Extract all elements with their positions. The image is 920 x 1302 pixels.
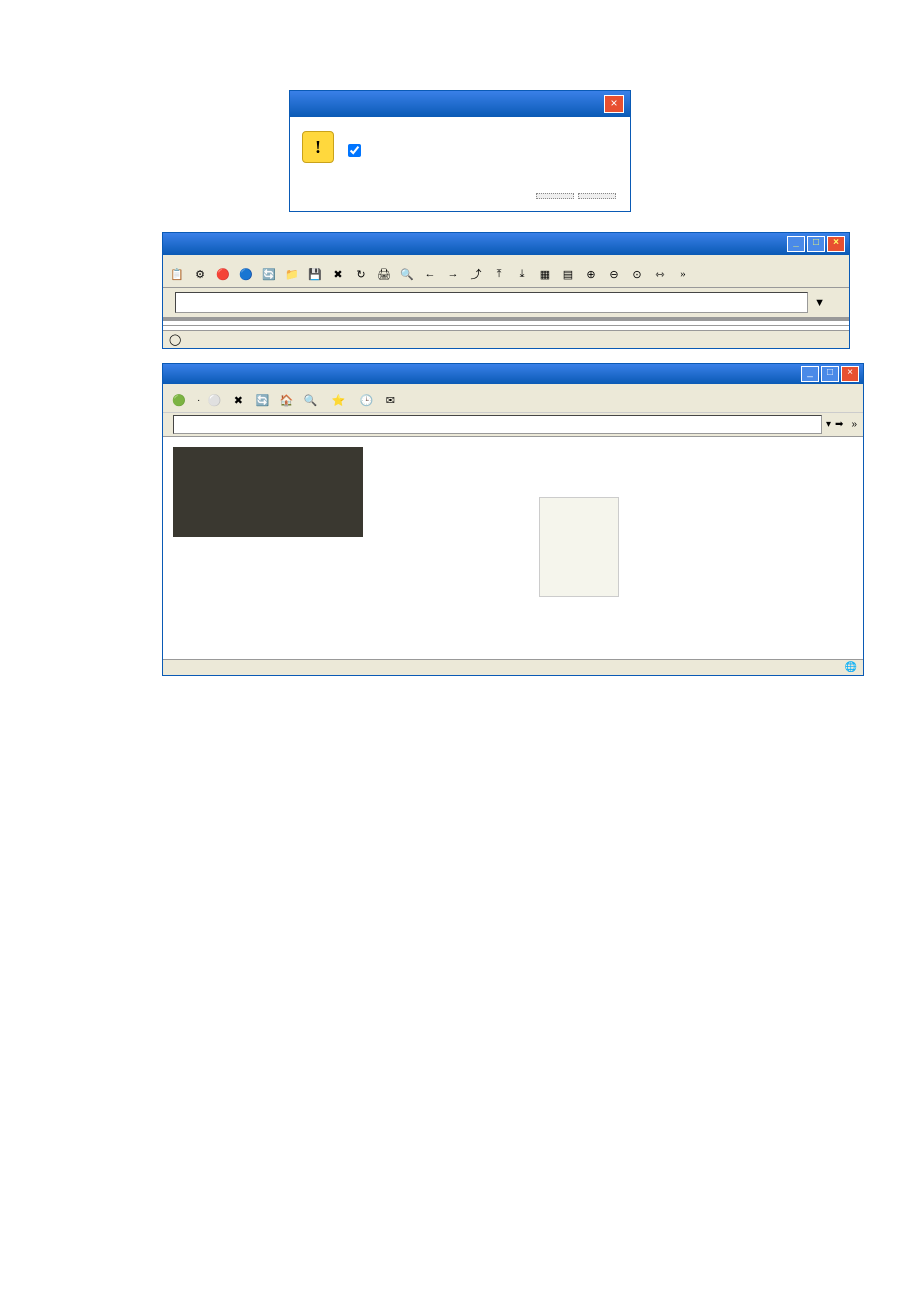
- refresh-icon[interactable]: 🔄: [252, 390, 272, 410]
- interfaces-icon[interactable]: 📋: [167, 264, 187, 284]
- book-image: [539, 497, 619, 597]
- open-icon[interactable]: 📁: [282, 264, 302, 284]
- ok-button[interactable]: [536, 193, 574, 199]
- warning-icon: !: [302, 131, 334, 163]
- zoomin-icon[interactable]: ⊕: [581, 264, 601, 284]
- forward-icon[interactable]: →: [443, 264, 463, 284]
- options-icon[interactable]: ⚙: [190, 264, 210, 284]
- back-icon[interactable]: ←: [420, 264, 440, 284]
- search-icon[interactable]: 🔍: [300, 390, 320, 410]
- ethereal-window: _ □ × 📋 ⚙ 🔴 🔵 🔄 📁 💾 ✖ ↻ 🖨 🔍 ← → ⤴ ⤒ ⤓ ▦ …: [162, 232, 850, 349]
- minimize-icon[interactable]: _: [787, 236, 805, 252]
- mail-icon[interactable]: ✉: [380, 390, 400, 410]
- status-left: ◯: [169, 333, 181, 346]
- window-buttons: _ □ ×: [787, 236, 845, 252]
- ethereal-toolbar[interactable]: 📋 ⚙ 🔴 🔵 🔄 📁 💾 ✖ ↻ 🖨 🔍 ← → ⤴ ⤒ ⤓ ▦ ▤ ⊕ ⊖ …: [163, 261, 849, 288]
- ethereal-titlebar[interactable]: _ □ ×: [163, 233, 849, 255]
- history-icon[interactable]: 🕒: [356, 390, 376, 410]
- find-icon[interactable]: 🔍: [397, 264, 417, 284]
- goto-icon[interactable]: ⤴: [466, 264, 486, 284]
- close-icon[interactable]: ×: [604, 95, 624, 113]
- maximize-icon[interactable]: □: [821, 366, 839, 382]
- restart-icon[interactable]: 🔄: [259, 264, 279, 284]
- zoomout-icon[interactable]: ⊖: [604, 264, 624, 284]
- cancel-button[interactable]: [578, 193, 616, 199]
- first-icon[interactable]: ⤒: [489, 264, 509, 284]
- close-file-icon[interactable]: ✖: [328, 264, 348, 284]
- zone-text: [845, 662, 857, 673]
- zoom100-icon[interactable]: ⊙: [627, 264, 647, 284]
- ie-statusbar: [163, 659, 863, 675]
- back-icon[interactable]: 🟢: [169, 390, 189, 410]
- save-icon[interactable]: 💾: [305, 264, 325, 284]
- favorites-icon[interactable]: ⭐: [328, 390, 348, 410]
- autoscroll-icon[interactable]: ▤: [558, 264, 578, 284]
- filter-bar: ▼: [163, 288, 849, 318]
- resize-icon[interactable]: ⇿: [650, 264, 670, 284]
- dialog-titlebar[interactable]: ×: [290, 91, 630, 117]
- filter-input[interactable]: [175, 292, 808, 313]
- minimize-icon[interactable]: _: [801, 366, 819, 382]
- maximize-icon[interactable]: □: [807, 236, 825, 252]
- close-icon[interactable]: ×: [827, 236, 845, 252]
- address-input[interactable]: [173, 415, 822, 434]
- start-icon[interactable]: 🔴: [213, 264, 233, 284]
- print-icon[interactable]: 🖨: [374, 264, 394, 284]
- delete-offline-checkbox[interactable]: [348, 144, 361, 157]
- home-icon[interactable]: 🏠: [276, 390, 296, 410]
- close-icon[interactable]: ×: [841, 366, 859, 382]
- reload-icon[interactable]: ↻: [351, 264, 371, 284]
- ie-addressbar: ▾ ➡ »: [163, 413, 863, 437]
- hero-image: [173, 447, 363, 537]
- stop-icon[interactable]: ✖: [228, 390, 248, 410]
- dialog-body: !: [290, 117, 630, 177]
- colorize-icon[interactable]: ▦: [535, 264, 555, 284]
- ie-window: _ □ × 🟢 · ⚪ ✖ 🔄 🏠 🔍 ⭐ 🕒 ✉ ▾ ➡ »: [162, 363, 864, 676]
- stop-icon[interactable]: 🔵: [236, 264, 256, 284]
- delete-files-dialog: × !: [289, 90, 631, 212]
- last-icon[interactable]: ⤓: [512, 264, 532, 284]
- go-button[interactable]: ➡: [835, 419, 843, 430]
- more-icon[interactable]: »: [673, 264, 693, 284]
- forward-icon[interactable]: ⚪: [204, 390, 224, 410]
- ie-toolbar[interactable]: 🟢 · ⚪ ✖ 🔄 🏠 🔍 ⭐ 🕒 ✉: [163, 388, 863, 413]
- ie-titlebar[interactable]: _ □ ×: [163, 364, 863, 384]
- ethereal-statusbar: ◯: [163, 330, 849, 348]
- ie-content[interactable]: [163, 437, 863, 659]
